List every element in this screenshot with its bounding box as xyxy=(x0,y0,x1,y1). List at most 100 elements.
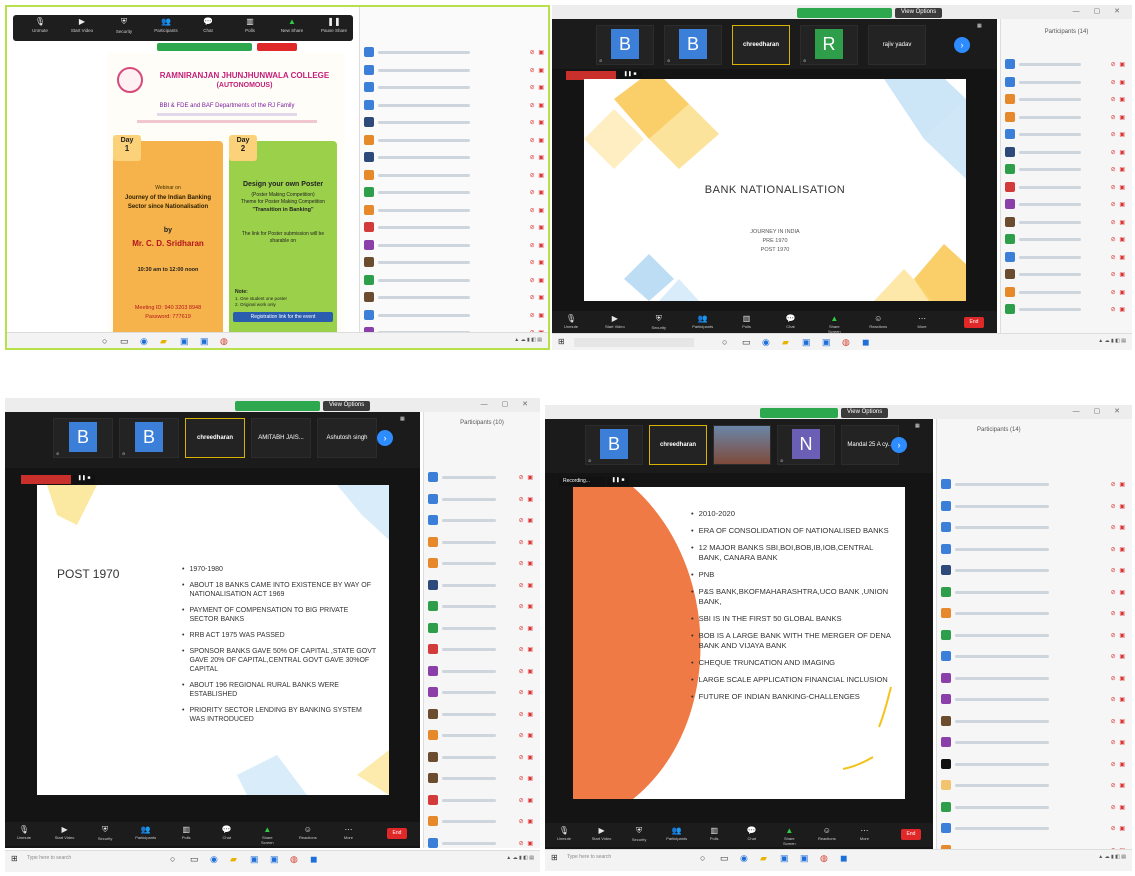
toolbar-more-button[interactable]: ⋯ More xyxy=(911,314,933,329)
view-options-button[interactable]: View Options xyxy=(895,8,943,18)
toolbar-share-screen-button[interactable]: ▲ Share Screen xyxy=(256,825,278,845)
participant-row[interactable]: ⊘ ▣ xyxy=(364,274,547,287)
participants-panel[interactable]: Participants (14) ⊘ ▣ ⊘ ▣ ⊘ ▣ ⊘ ▣ ⊘ ▣ ⊘ ▣ ⊘ ▣ ⊘… xyxy=(936,419,1132,849)
toolbar-shield-button[interactable]: ⛨ Security xyxy=(628,826,650,842)
store-icon[interactable]: ▣ xyxy=(180,336,189,347)
participant-row[interactable]: ⊘ ▣ xyxy=(941,715,1128,728)
participant-row[interactable]: ⊘ ▣ xyxy=(941,629,1128,642)
store-icon[interactable]: ▣ xyxy=(780,853,789,864)
toolbar-polls-button[interactable]: ▥ Polls xyxy=(736,314,758,329)
participant-row[interactable]: ⊘ ▣ xyxy=(428,730,536,742)
next-page-arrow[interactable]: › xyxy=(891,437,907,453)
participant-row[interactable]: ⊘ ▣ xyxy=(428,837,536,849)
start-icon[interactable]: ⊞ xyxy=(551,853,558,862)
edge-icon[interactable]: ◉ xyxy=(762,337,770,348)
participant-row[interactable]: ⊘ ▣ xyxy=(364,47,547,59)
participant-row[interactable]: ⊘ ▣ xyxy=(941,801,1128,814)
participant-row[interactable]: ⊘ ▣ xyxy=(364,99,547,112)
participant-row[interactable]: ⊘ ▣ xyxy=(428,773,536,785)
mail-icon[interactable]: ▣ xyxy=(200,336,209,347)
toolbar-share-screen-button[interactable]: ▲ Share Screen xyxy=(823,314,845,334)
participant-row[interactable]: ⊘ ▣ xyxy=(1005,304,1128,316)
slide-controls[interactable]: ❚❚ ■ xyxy=(73,475,95,484)
participant-row[interactable]: ⊘ ▣ xyxy=(364,169,547,182)
task-view-icon[interactable]: ▭ xyxy=(742,337,751,348)
search-icon[interactable]: ○ xyxy=(170,854,175,864)
participant-row[interactable]: ⊘ ▣ xyxy=(1005,94,1128,106)
zoom-app-icon[interactable]: ◼ xyxy=(862,337,869,348)
toolbar-microphone-button[interactable]: 🎙 Unmute xyxy=(21,17,59,33)
video-tile[interactable]: chreedharan xyxy=(732,25,790,65)
video-tile[interactable]: rajiv yadav xyxy=(868,25,926,65)
mail-icon[interactable]: ▣ xyxy=(822,337,831,348)
end-meeting-button[interactable]: End xyxy=(901,829,921,840)
participant-row[interactable]: ⊘ ▣ xyxy=(428,622,536,635)
toolbar-shield-button[interactable]: ⛨ Security xyxy=(105,17,143,34)
toolbar-shield-button[interactable]: ⛨ Security xyxy=(648,314,670,330)
task-view-icon[interactable]: ▭ xyxy=(190,854,199,865)
participant-row[interactable]: ⊘ ▣ xyxy=(1005,164,1128,176)
participant-row[interactable]: ⊘ ▣ xyxy=(428,794,536,807)
participant-row[interactable]: ⊘ ▣ xyxy=(1005,216,1128,229)
toolbar-chat-button[interactable]: 💬 Chat xyxy=(741,826,763,841)
chrome-icon[interactable]: ◍ xyxy=(290,854,298,865)
video-tile[interactable]: R ⊘ xyxy=(800,25,858,65)
mail-icon[interactable]: ▣ xyxy=(800,853,809,864)
video-tile[interactable]: B ⊘ xyxy=(664,25,722,65)
taskbar-search[interactable] xyxy=(574,338,694,347)
video-tile[interactable] xyxy=(713,425,771,465)
view-button[interactable]: ▦ xyxy=(915,423,920,429)
participant-row[interactable]: ⊘ ▣ xyxy=(941,737,1128,749)
participant-row[interactable]: ⊘ ▣ xyxy=(428,687,536,699)
participant-row[interactable]: ⊘ ▣ xyxy=(364,309,547,322)
participant-row[interactable]: ⊘ ▣ xyxy=(364,187,547,199)
participant-row[interactable]: ⊘ ▣ xyxy=(941,694,1128,706)
folder-icon[interactable]: ▰ xyxy=(782,337,789,348)
video-tile[interactable]: B ⊘ xyxy=(53,418,113,458)
participants-panel[interactable]: ⊘ ▣ ⊘ ▣ ⊘ ▣ ⊘ ▣ ⊘ ▣ ⊘ ▣ ⊘ ▣ ⊘ ▣ ⊘ ▣ ⊘ ▣ ⊘ ▣ ⊘ ▣ ⊘ ▣ ⊘… xyxy=(359,7,548,337)
participant-row[interactable]: ⊘ ▣ xyxy=(941,651,1128,663)
folder-icon[interactable]: ▰ xyxy=(760,853,767,864)
toolbar-chat-button[interactable]: 💬 Chat xyxy=(779,314,801,329)
participant-row[interactable]: ⊘ ▣ xyxy=(364,204,547,217)
end-meeting-button[interactable]: End xyxy=(387,828,407,839)
toolbar-participants-button[interactable]: 👥 Participants xyxy=(135,825,157,840)
toolbar-participants-button[interactable]: 👥 Participants xyxy=(692,314,714,329)
participant-row[interactable]: ⊘ ▣ xyxy=(941,672,1128,685)
edge-icon[interactable]: ◉ xyxy=(210,854,218,865)
participant-row[interactable]: ⊘ ▣ xyxy=(364,134,547,147)
participant-row[interactable]: ⊘ ▣ xyxy=(1005,59,1128,71)
view-options-button[interactable]: View Options xyxy=(323,401,371,411)
toolbar-share-screen-button[interactable]: ▲ Share Screen xyxy=(778,826,800,846)
participant-row[interactable]: ⊘ ▣ xyxy=(1005,129,1128,141)
toolbar-chat-button[interactable]: 💬 Chat xyxy=(189,17,227,33)
participant-row[interactable]: ⊘ ▣ xyxy=(1005,269,1128,281)
participant-row[interactable]: ⊘ ▣ xyxy=(1005,111,1128,124)
participant-row[interactable]: ⊘ ▣ xyxy=(428,472,536,484)
participant-row[interactable]: ⊘ ▣ xyxy=(428,558,536,570)
search-icon[interactable]: ○ xyxy=(700,853,705,863)
participants-panel[interactable]: Participants (14) ⊘ ▣ ⊘ ▣ ⊘ ▣ ⊘ ▣ ⊘ ▣ ⊘ ▣ ⊘ ▣ ⊘… xyxy=(1000,19,1132,335)
participant-row[interactable]: ⊘ ▣ xyxy=(364,257,547,269)
participant-row[interactable]: ⊘ ▣ xyxy=(364,239,547,252)
toolbar-microphone-button[interactable]: 🎙 Unmute xyxy=(553,826,575,841)
video-tile[interactable]: AMITABH JAIS... xyxy=(251,418,311,458)
start-icon[interactable]: ⊞ xyxy=(558,337,565,346)
toolbar-video-button[interactable]: ▶ Start Video xyxy=(63,17,101,33)
taskbar-search[interactable]: Type here to search xyxy=(27,855,71,861)
chrome-icon[interactable]: ◍ xyxy=(820,853,828,864)
store-icon[interactable]: ▣ xyxy=(250,854,259,865)
participants-panel[interactable]: Participants (10) ⊘ ▣ ⊘ ▣ ⊘ ▣ ⊘ ▣ ⊘ ▣ ⊘ ▣ ⊘ ▣ ⊘… xyxy=(423,412,540,848)
toolbar-microphone-button[interactable]: 🎙 Unmute xyxy=(13,825,35,840)
participant-row[interactable]: ⊘ ▣ xyxy=(364,82,547,94)
edge-icon[interactable]: ◉ xyxy=(740,853,748,864)
participant-row[interactable]: ⊘ ▣ xyxy=(428,493,536,506)
chrome-icon[interactable]: ◍ xyxy=(220,336,228,347)
participant-row[interactable]: ⊘ ▣ xyxy=(1005,76,1128,89)
participant-row[interactable]: ⊘ ▣ xyxy=(428,536,536,549)
video-tile[interactable]: B ⊘ xyxy=(596,25,654,65)
task-view-icon[interactable]: ▭ xyxy=(720,853,729,864)
participant-row[interactable]: ⊘ ▣ xyxy=(364,292,547,304)
participant-row[interactable]: ⊘ ▣ xyxy=(941,479,1128,491)
zoom-app-icon[interactable]: ◼ xyxy=(310,854,317,865)
